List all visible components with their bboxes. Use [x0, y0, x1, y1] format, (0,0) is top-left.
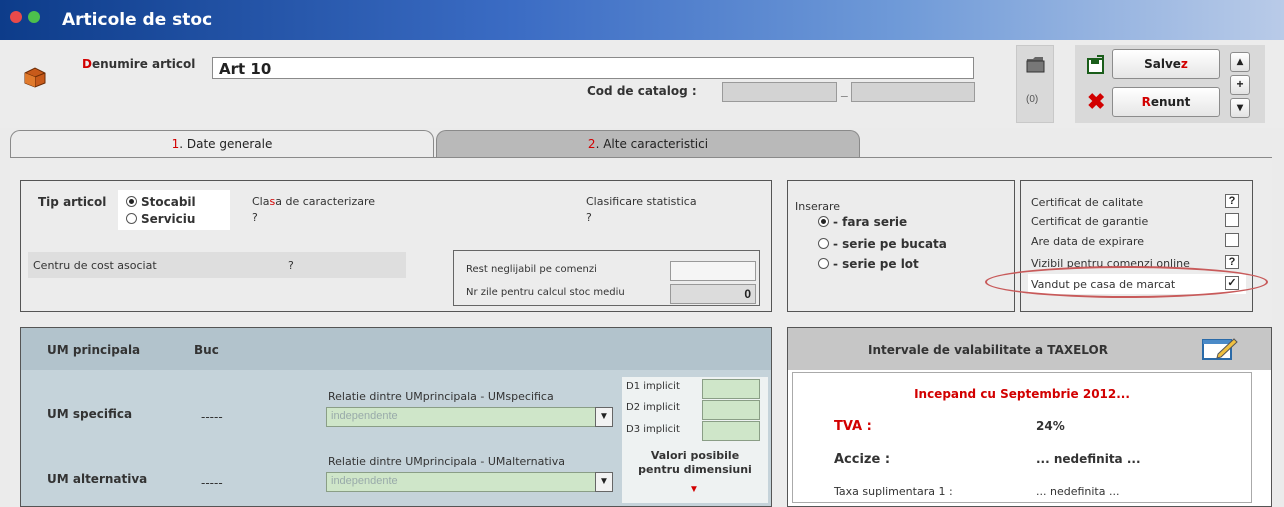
relatie2-dropdown-icon[interactable]: ▼ [595, 472, 613, 492]
radio-stocabil[interactable]: Stocabil [126, 195, 196, 209]
move-up-icon[interactable]: ▴ [1230, 52, 1250, 72]
relatie1-dropdown-icon[interactable]: ▼ [595, 407, 613, 427]
um-alternativa-label: UM alternativa [47, 472, 148, 486]
catalog-label: Cod de catalog : [587, 84, 697, 98]
um-alternativa-value[interactable]: ----- [201, 476, 223, 490]
window-title: Articole de stoc [62, 10, 213, 30]
folder-icon[interactable] [1025, 54, 1047, 74]
radio-serviciu[interactable]: Serviciu [126, 212, 195, 226]
nr-zile-input[interactable]: 0 [670, 284, 756, 304]
close-dot-icon[interactable] [10, 11, 22, 23]
edit-notes-icon[interactable] [1200, 336, 1240, 362]
catalog-input-1[interactable] [722, 82, 837, 102]
d1-input[interactable] [702, 379, 760, 399]
d2-label: D2 implicit [626, 402, 680, 413]
title-bar: Articole de stoc [0, 0, 1284, 40]
attachments-count: (0) [1026, 94, 1039, 105]
radio-serie-lot[interactable]: - serie pe lot [818, 257, 919, 271]
accize-label: Accize : [834, 452, 891, 467]
clasa-label: Clasa de caracterizare [252, 195, 376, 208]
relatie2-label: Relatie dintre UMprincipala - UMalternat… [328, 455, 565, 468]
flag-data-expirare-label: Are data de expirare [1031, 235, 1145, 248]
um-specifica-value[interactable]: ----- [201, 410, 223, 424]
article-box-icon [22, 64, 48, 88]
flag-certificat-calitate[interactable]: ? [1225, 194, 1239, 208]
save-disk-icon [1085, 54, 1107, 76]
tab-alte-caracteristici[interactable]: 2. Alte caracteristici [436, 130, 860, 158]
clasificare-value[interactable]: ? [586, 211, 592, 224]
name-input[interactable]: Art 10 [212, 57, 974, 79]
move-down-icon[interactable]: ▾ [1230, 98, 1250, 118]
um-principala-label: UM principala [47, 343, 141, 357]
tva-label: TVA : [834, 419, 872, 434]
highlight-ellipse [985, 266, 1268, 298]
cancel-x-icon: ✖ [1087, 89, 1106, 114]
valori-line1: Valori posibile [650, 449, 740, 462]
taxe-subtitle: Incepand cu Septembrie 2012... [914, 387, 1130, 401]
rest-input[interactable] [670, 261, 756, 281]
catalog-input-2[interactable] [851, 82, 975, 102]
taxe-title: Intervale de valabilitate a TAXELOR [868, 343, 1108, 357]
taxa-value: ... nedefinita ... [1036, 485, 1120, 498]
flag-vizibil-online[interactable]: ? [1225, 255, 1239, 269]
rest-label: Rest neglijabil pe comenzi [466, 264, 597, 275]
name-label: Denumire articol [82, 57, 196, 71]
d2-input[interactable] [702, 400, 760, 420]
tip-articol-label: Tip articol [38, 195, 107, 209]
flag-certificat-calitate-label: Certificat de calitate [1031, 196, 1144, 209]
save-button[interactable]: Salvez [1112, 49, 1220, 79]
tva-value: 24% [1036, 419, 1065, 433]
restore-dot-icon[interactable] [28, 11, 40, 23]
cancel-button[interactable]: Renunt [1112, 87, 1220, 117]
clasificare-label: Clasificare statistica [586, 195, 697, 208]
relatie1-select[interactable]: independente [326, 407, 596, 427]
centru-value[interactable]: ? [288, 259, 294, 272]
flag-certificat-garantie-label: Certificat de garantie [1031, 215, 1149, 228]
radio-fara-serie[interactable]: - fara serie [818, 215, 907, 229]
flag-data-expirare[interactable] [1225, 233, 1239, 247]
relatie2-select[interactable]: independente [326, 472, 596, 492]
accize-value: ... nedefinita ... [1036, 452, 1141, 466]
centru-label: Centru de cost asociat [33, 259, 157, 272]
taxa-label: Taxa suplimentara 1 : [834, 485, 953, 498]
tab-date-generale[interactable]: 1. Date generale [10, 130, 434, 158]
d1-label: D1 implicit [626, 381, 680, 392]
add-icon[interactable]: + [1230, 75, 1250, 95]
d3-input[interactable] [702, 421, 760, 441]
valori-expand-icon[interactable]: ▼ [689, 484, 699, 495]
um-specifica-label: UM specifica [47, 407, 133, 421]
um-principala-value: Buc [194, 343, 219, 357]
relatie1-label: Relatie dintre UMprincipala - UMspecific… [328, 390, 554, 403]
catalog-separator: _ [841, 84, 848, 98]
clasa-value[interactable]: ? [252, 211, 258, 224]
radio-serie-bucata[interactable]: - serie pe bucata [818, 237, 947, 251]
valori-line2: pentru dimensiuni [638, 463, 752, 476]
flag-certificat-garantie[interactable] [1225, 213, 1239, 227]
inserare-label: Inserare [795, 200, 841, 213]
nr-zile-label: Nr zile pentru calcul stoc mediu [466, 287, 625, 298]
d3-label: D3 implicit [626, 424, 680, 435]
